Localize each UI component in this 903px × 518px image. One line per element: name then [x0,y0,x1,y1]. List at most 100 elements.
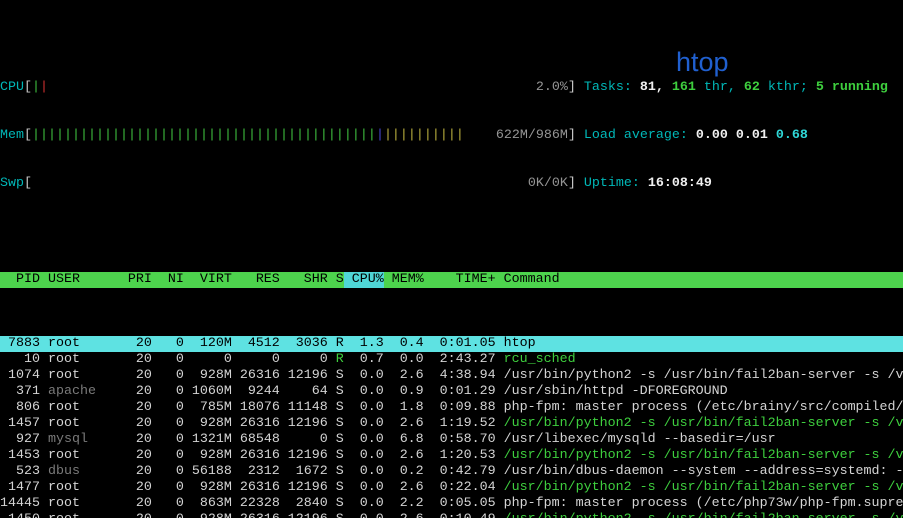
cell-time: 0:09.88 [432,400,496,416]
cell-pid: 806 [0,400,40,416]
cell-time: 0:01.05 [432,336,496,352]
cell-s: S [336,496,344,512]
mem-meter[interactable]: Mem[||||||||||||||||||||||||||||||||||||… [0,128,576,144]
status-segment: 16:08:49 [648,176,712,191]
column-header-s[interactable]: S [336,272,344,288]
cell-mem: 2.6 [392,368,424,384]
cell-cmd: rcu_sched [504,352,903,368]
column-header-pri[interactable]: PRI [128,272,152,288]
cell-pid: 1074 [0,368,40,384]
process-row[interactable]: 1450root200928M2631612196S0.02.60:10.49/… [0,512,903,518]
status-segment: 161 [672,80,704,95]
swap-meter-value: 0K/0K [528,176,568,192]
cell-user: root [48,480,120,496]
cell-res: 4512 [240,336,280,352]
column-header-pid[interactable]: PID [0,272,40,288]
cell-shr: 11148 [288,400,328,416]
cell-virt: 120M [192,336,232,352]
process-row[interactable]: 14445root200863M223282840S0.02.20:05.05p… [0,496,903,512]
cell-cpu: 0.0 [352,464,384,480]
cell-time: 0:58.70 [432,432,496,448]
status-segment: Uptime: [584,176,648,191]
cell-cmd: /usr/sbin/httpd -DFOREGROUND [504,384,903,400]
process-row[interactable]: 927mysql2001321M685480S0.06.80:58.70/usr… [0,432,903,448]
process-table: 7883root200120M45123036R1.30.40:01.05hto… [0,336,903,518]
status-segment: 81, [640,80,672,95]
cell-cpu: 0.0 [352,496,384,512]
cell-mem: 1.8 [392,400,424,416]
process-row[interactable]: 10root200000R0.70.02:43.27rcu_sched [0,352,903,368]
process-row[interactable]: 371apache2001060M924464S0.00.90:01.29/us… [0,384,903,400]
cell-ni: 0 [160,352,184,368]
cell-ni: 0 [160,336,184,352]
column-header-time[interactable]: TIME+ [432,272,496,288]
cell-cmd: /usr/bin/python2 -s /usr/bin/fail2ban-se… [504,480,903,496]
cell-res: 26316 [240,480,280,496]
cell-time: 0:10.49 [432,512,496,518]
cell-pri: 20 [128,496,152,512]
cell-res: 22328 [240,496,280,512]
process-row[interactable]: 1477root200928M2631612196S0.02.60:22.04/… [0,480,903,496]
status-segment: kthr; [768,80,816,95]
cell-s: S [336,480,344,496]
cell-virt: 1321M [192,432,232,448]
red-bar-segment: | [40,80,48,95]
cell-pri: 20 [128,480,152,496]
cell-s: S [336,384,344,400]
mem-meter-value: 622M/986M [496,128,568,144]
process-row[interactable]: 1453root200928M2631612196S0.02.61:20.53/… [0,448,903,464]
cell-s: S [336,368,344,384]
meter-close-bracket: ] [568,176,576,192]
cell-pid: 1453 [0,448,40,464]
process-row[interactable]: 523dbus2005618823121672S0.00.20:42.79/us… [0,464,903,480]
column-header-res[interactable]: RES [240,272,280,288]
green-bar-segment: | [32,80,40,95]
swap-meter-bar: 0K/0K [32,176,568,192]
column-header-cpu[interactable]: CPU% [344,272,384,288]
cell-s: R [336,352,344,368]
cell-cpu: 0.0 [352,400,384,416]
swap-meter[interactable]: Swp[0K/0K] [0,176,576,192]
cpu-meter-label: CPU [0,80,24,96]
column-header-mem[interactable]: MEM% [392,272,424,288]
cell-res: 26316 [240,448,280,464]
table-header: PID USER PRI NI VIRT RES SHR SCPU% MEM% TIME+ Comm… [0,272,903,288]
column-header-shr[interactable]: SHR [288,272,328,288]
cell-res: 26316 [240,416,280,432]
column-header-virt[interactable]: VIRT [192,272,232,288]
process-row[interactable]: 1457root200928M2631612196S0.02.61:19.52/… [0,416,903,432]
cell-cpu: 0.0 [352,480,384,496]
cell-time: 0:05.05 [432,496,496,512]
cell-res: 18076 [240,400,280,416]
column-header-cmd[interactable]: Command [504,272,903,288]
cell-user: root [48,400,120,416]
cell-s: S [336,464,344,480]
cell-shr: 12196 [288,416,328,432]
cell-time: 0:01.29 [432,384,496,400]
process-row[interactable]: 806root200785M1807611148S0.01.80:09.88ph… [0,400,903,416]
cell-ni: 0 [160,384,184,400]
column-header-user[interactable]: USER [48,272,120,288]
column-header-ni[interactable]: NI [160,272,184,288]
process-row-selected[interactable]: 7883root200120M45123036R1.30.40:01.05hto… [0,336,903,352]
mem-meter-bar: ||||||||||||||||||||||||||||||||||||||||… [32,128,568,144]
cell-res: 0 [240,352,280,368]
cell-pri: 20 [128,464,152,480]
status-segment: thr, [704,80,744,95]
cell-ni: 0 [160,416,184,432]
status-segment: Load average: [584,128,696,143]
htop-terminal: CPU[||2.0%] Tasks: 81, 161 thr, 62 kthr;… [0,0,903,518]
cpu-meter[interactable]: CPU[||2.0%] [0,80,576,96]
cell-pid: 1457 [0,416,40,432]
cell-res: 9244 [240,384,280,400]
cell-s: S [336,400,344,416]
cell-res: 2312 [240,464,280,480]
cell-cmd: /usr/bin/python2 -s /usr/bin/fail2ban-se… [504,512,903,518]
cell-cpu: 0.0 [352,512,384,518]
cell-cmd: /usr/bin/python2 -s /usr/bin/fail2ban-se… [504,368,903,384]
cell-pri: 20 [128,400,152,416]
process-row[interactable]: 1074root200928M2631612196S0.02.64:38.94/… [0,368,903,384]
cell-user: root [48,368,120,384]
cell-pri: 20 [128,416,152,432]
cell-user: root [48,512,120,518]
